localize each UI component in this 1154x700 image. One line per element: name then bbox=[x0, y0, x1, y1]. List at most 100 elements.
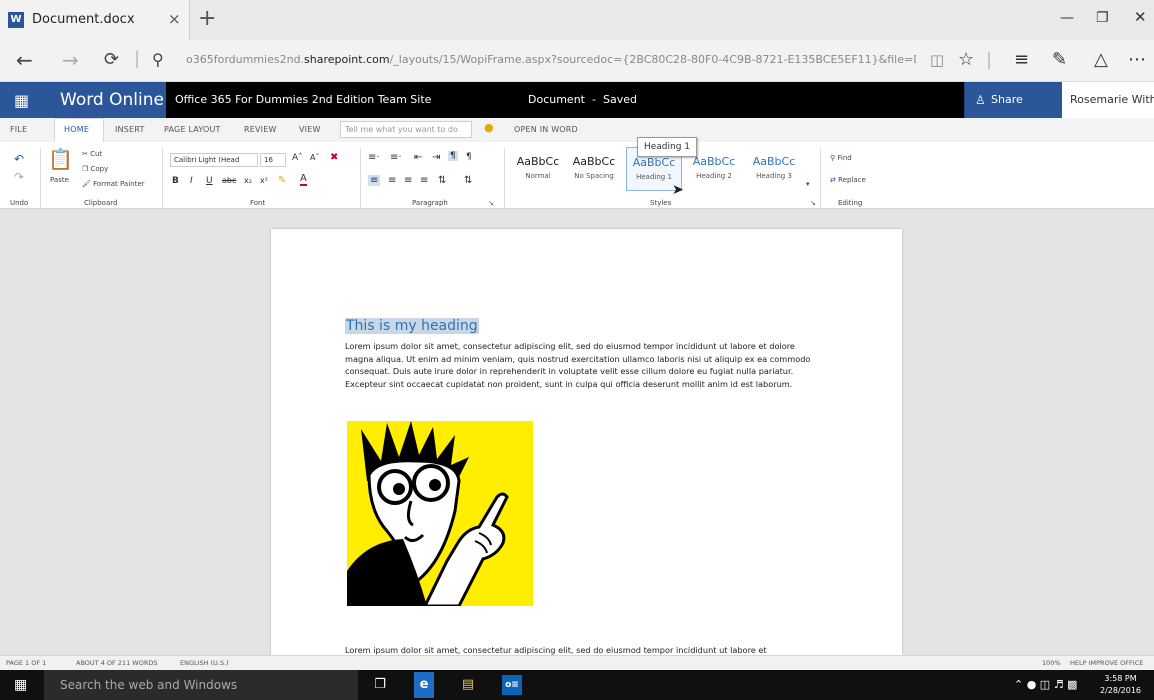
zoom-level[interactable]: 100% bbox=[1042, 659, 1061, 667]
tab-insert[interactable]: INSERT bbox=[115, 125, 145, 134]
document-paragraph[interactable]: Lorem ipsum dolor sit amet, consectetur … bbox=[345, 644, 823, 655]
highlight-icon[interactable]: ✎ bbox=[278, 175, 286, 186]
document-name[interactable]: Document bbox=[528, 93, 585, 106]
styles-more-icon[interactable]: ▾ bbox=[806, 180, 810, 188]
clock-time: 3:58 PM bbox=[1104, 674, 1137, 683]
site-name[interactable]: Office 365 For Dummies 2nd Edition Team … bbox=[175, 93, 431, 106]
tab-home[interactable]: HOME bbox=[64, 125, 89, 134]
font-size-select[interactable]: 16 bbox=[260, 153, 286, 167]
paragraph-spacing-icon[interactable]: ⇅ bbox=[464, 175, 472, 186]
ltr-text-icon[interactable]: ¶ bbox=[448, 151, 458, 161]
find-button[interactable]: ⚲ Find bbox=[830, 154, 852, 162]
format-painter-button[interactable]: 🖌 Format Painter bbox=[82, 180, 145, 188]
decrease-indent-icon[interactable]: ⇤ bbox=[414, 152, 422, 163]
tab-page-layout[interactable]: PAGE LAYOUT bbox=[164, 125, 221, 134]
web-note-icon[interactable]: ✎ bbox=[1052, 49, 1067, 70]
numbering-icon[interactable]: ≡· bbox=[390, 152, 402, 163]
toolbar-separator: | bbox=[986, 49, 993, 70]
screen: W Document.docx × + — ❐ ✕ ← → ⟳ | ⚲ o365… bbox=[0, 0, 1154, 700]
tab-review[interactable]: REVIEW bbox=[244, 125, 277, 134]
app-launcher-icon[interactable]: ▦ bbox=[14, 91, 29, 110]
style-name: Heading 3 bbox=[756, 172, 792, 180]
taskbar-clock[interactable]: 3:58 PM 2/28/2016 bbox=[1100, 673, 1141, 697]
close-tab-icon[interactable]: × bbox=[168, 10, 181, 28]
line-spacing-icon[interactable]: ⇅ bbox=[438, 175, 446, 186]
font-color-icon[interactable]: A bbox=[300, 174, 307, 186]
file-explorer-icon[interactable]: ▤ bbox=[458, 675, 478, 695]
taskbar-search[interactable]: Search the web and Windows bbox=[44, 670, 358, 700]
windows-start-icon[interactable]: ▦ bbox=[14, 677, 27, 693]
back-icon[interactable]: ← bbox=[16, 48, 33, 72]
style-heading-3[interactable]: AaBbCc Heading 3 bbox=[746, 147, 802, 191]
styles-dialog-launcher[interactable]: ↘ bbox=[810, 199, 816, 207]
dummies-guy-image[interactable] bbox=[347, 421, 533, 606]
minimize-icon[interactable]: — bbox=[1060, 10, 1074, 26]
cut-button[interactable]: ✂ Cut bbox=[82, 150, 102, 158]
font-name-select[interactable]: Calibri Light (Head bbox=[170, 153, 258, 167]
task-view-icon[interactable]: ❐ bbox=[370, 675, 390, 695]
tab-file[interactable]: FILE bbox=[10, 125, 27, 134]
status-bar: PAGE 1 OF 1 ABOUT 4 OF 211 WORDS ENGLISH… bbox=[0, 655, 1154, 670]
share-page-icon[interactable]: △ bbox=[1094, 49, 1108, 70]
rtl-text-icon[interactable]: ¶ bbox=[466, 152, 472, 162]
open-in-word-button[interactable]: OPEN IN WORD bbox=[514, 125, 578, 134]
underline-icon[interactable]: U bbox=[206, 176, 213, 186]
style-normal[interactable]: AaBbCc Normal bbox=[510, 147, 566, 191]
italic-icon[interactable]: I bbox=[190, 176, 193, 186]
tab-view[interactable]: VIEW bbox=[299, 125, 321, 134]
maximize-icon[interactable]: ❐ bbox=[1096, 10, 1109, 26]
paste-icon[interactable]: 📋 bbox=[48, 147, 73, 171]
bold-icon[interactable]: B bbox=[172, 176, 179, 186]
system-tray-icons[interactable]: ⌃ ● ◫ ♬ ▩ bbox=[1014, 678, 1077, 691]
paragraph-dialog-launcher[interactable]: ↘ bbox=[488, 199, 494, 207]
new-tab-button[interactable]: + bbox=[198, 6, 216, 31]
align-center-icon[interactable]: ≡ bbox=[388, 175, 396, 186]
address-separator: | bbox=[134, 48, 141, 69]
bullets-icon[interactable]: ≡· bbox=[368, 152, 380, 163]
tell-me-input[interactable]: Tell me what you want to do bbox=[340, 121, 472, 138]
replace-label: Replace bbox=[838, 176, 866, 184]
app-name[interactable]: Word Online bbox=[60, 90, 164, 110]
paste-label[interactable]: Paste bbox=[50, 176, 69, 184]
browser-tab[interactable]: W Document.docx × bbox=[0, 0, 190, 40]
undo-icon[interactable]: ↶ bbox=[14, 152, 24, 166]
group-divider bbox=[504, 148, 505, 208]
justify-icon[interactable]: ≡ bbox=[420, 175, 428, 186]
grow-font-icon[interactable]: Aˆ bbox=[292, 153, 303, 163]
more-icon[interactable]: ⋯ bbox=[1128, 49, 1146, 70]
group-divider bbox=[820, 148, 821, 208]
replace-button[interactable]: ⇄ Replace bbox=[830, 176, 866, 184]
strikethrough-icon[interactable]: abc bbox=[222, 176, 236, 185]
document-heading[interactable]: This is my heading bbox=[345, 318, 479, 334]
favorite-star-icon[interactable]: ☆ bbox=[958, 49, 974, 70]
word-count[interactable]: ABOUT 4 OF 211 WORDS bbox=[76, 659, 158, 667]
find-label: Find bbox=[837, 154, 852, 162]
outlook-icon[interactable]: o≡ bbox=[502, 675, 522, 695]
edge-icon[interactable]: e bbox=[414, 672, 434, 698]
forward-icon[interactable]: → bbox=[62, 48, 79, 72]
url-prefix: o365fordummies2nd. bbox=[186, 53, 305, 66]
style-no-spacing[interactable]: AaBbCc No Spacing bbox=[566, 147, 622, 191]
user-name[interactable]: Rosemarie Withe bbox=[1062, 82, 1154, 118]
close-window-icon[interactable]: ✕ bbox=[1134, 8, 1147, 26]
help-improve-office[interactable]: HELP IMPROVE OFFICE bbox=[1070, 659, 1143, 667]
format-painter-label: Format Painter bbox=[93, 180, 145, 188]
status-separator: - bbox=[592, 93, 596, 106]
style-sample: AaBbCc bbox=[752, 155, 796, 168]
clear-formatting-icon[interactable]: ✖ bbox=[330, 152, 338, 163]
hub-icon[interactable]: ≡ bbox=[1014, 49, 1029, 70]
align-right-icon[interactable]: ≡ bbox=[404, 175, 412, 186]
increase-indent-icon[interactable]: ⇥ bbox=[432, 152, 440, 163]
document-paragraph[interactable]: Lorem ipsum dolor sit amet, consectetur … bbox=[345, 340, 823, 390]
shrink-font-icon[interactable]: Aˇ bbox=[310, 153, 319, 162]
redo-icon[interactable]: ↷ bbox=[14, 170, 24, 184]
language[interactable]: ENGLISH (U.S.) bbox=[180, 659, 229, 667]
superscript-icon[interactable]: x² bbox=[260, 176, 268, 185]
reading-view-icon[interactable]: ◫ bbox=[930, 51, 944, 69]
copy-button[interactable]: ❐ Copy bbox=[82, 165, 108, 173]
align-left-icon[interactable]: ≡ bbox=[368, 175, 381, 186]
url-field[interactable]: o365fordummies2nd.sharepoint.com/_layout… bbox=[186, 53, 916, 66]
refresh-icon[interactable]: ⟳ bbox=[104, 49, 119, 70]
share-button[interactable]: ♙ Share bbox=[964, 82, 1062, 118]
subscript-icon[interactable]: x₂ bbox=[244, 176, 252, 185]
